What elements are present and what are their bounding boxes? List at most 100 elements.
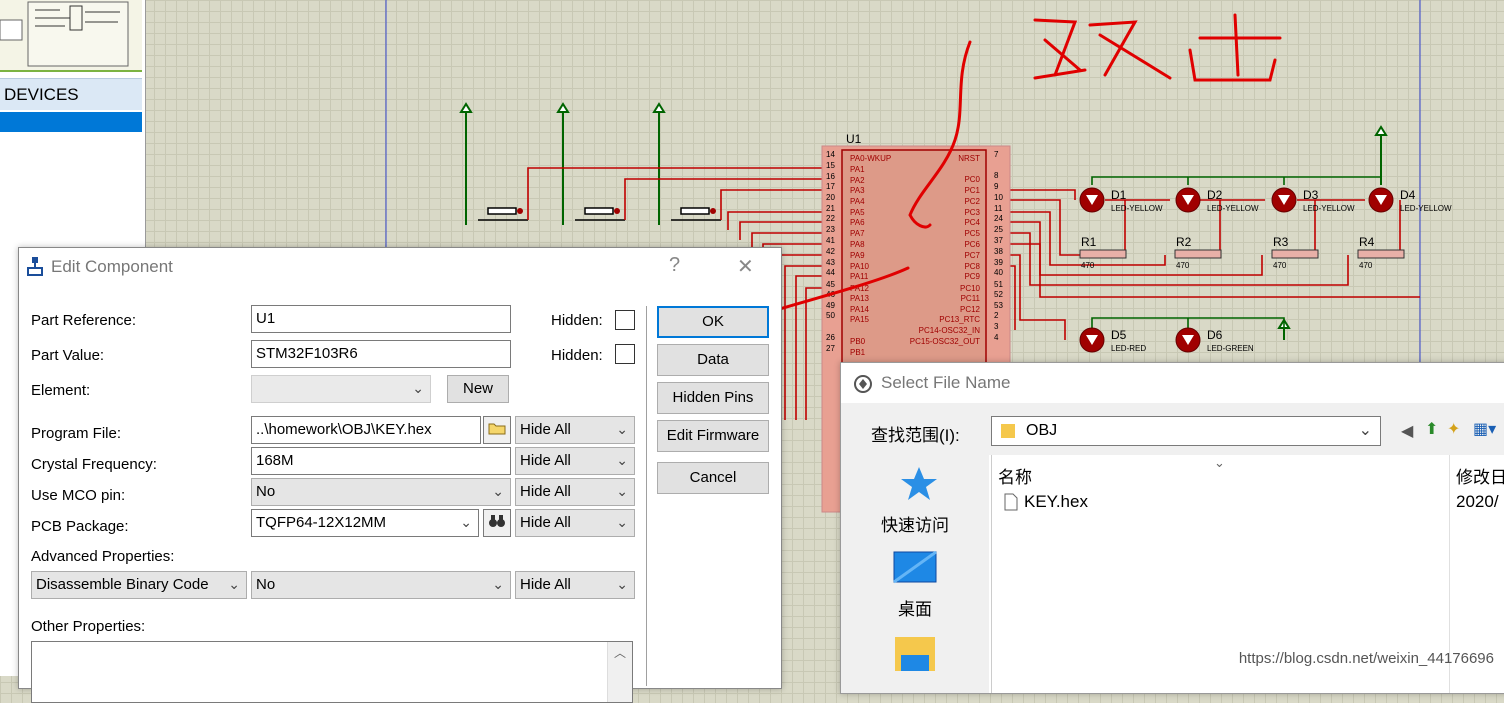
element-label: Element:	[31, 382, 91, 399]
component-icon	[27, 257, 43, 276]
modified-column-header[interactable]: 修改日	[1456, 463, 1504, 488]
chip-pin-label: PA5	[850, 208, 865, 217]
part-value-input[interactable]: STM32F103R6	[251, 340, 511, 368]
dialog-titlebar[interactable]: Select File Name	[841, 363, 1504, 403]
chip-pin-label: PB0	[850, 337, 866, 346]
part-reference-hidden-checkbox[interactable]	[615, 310, 635, 330]
chip-pin-number: 9	[994, 182, 999, 191]
chevron-down-icon: ⌄	[492, 483, 504, 499]
led-ref: D5	[1111, 328, 1127, 342]
dialog-title: Select File Name	[881, 373, 1011, 392]
led-ref: D3	[1303, 188, 1319, 202]
back-icon[interactable]: ◀	[1401, 421, 1413, 441]
crystal-frequency-label: Crystal Frequency:	[31, 456, 157, 473]
advanced-visibility-select[interactable]: Hide All ⌄	[515, 571, 635, 599]
resistor-ref: R1	[1081, 235, 1097, 249]
edit-firmware-button[interactable]: Edit Firmware	[657, 420, 769, 452]
new-button[interactable]: New	[447, 375, 509, 403]
chip-pin-number: 3	[994, 322, 999, 331]
close-icon[interactable]: ✕	[737, 254, 754, 279]
resistor-ref: R2	[1176, 235, 1192, 249]
help-button[interactable]: ?	[669, 254, 680, 277]
overview-preview[interactable]	[0, 0, 142, 72]
resistor-symbol[interactable]	[1357, 249, 1405, 259]
chip-pin-label: PC0	[964, 175, 980, 184]
other-properties-label: Other Properties:	[31, 618, 146, 635]
chip-pin-number: 11	[994, 204, 1003, 213]
part-reference-input[interactable]: U1	[251, 305, 511, 333]
chip-pin-label: PC14-OSC32_IN	[919, 326, 981, 335]
other-properties-textarea[interactable]: ︿	[31, 641, 633, 703]
folder-open-icon[interactable]	[483, 416, 511, 444]
resistor-symbol[interactable]	[1079, 249, 1127, 259]
chip-pin-number: 38	[994, 247, 1003, 256]
resistor-value: 470	[1359, 261, 1373, 270]
mco-pin-select[interactable]: No ⌄	[251, 478, 511, 506]
chip-pin-label: PA13	[850, 294, 870, 303]
folder-icon[interactable]	[893, 635, 937, 675]
chip-pin-number: 53	[994, 301, 1003, 310]
crystal-frequency-input[interactable]: 168M	[251, 447, 511, 475]
chip-pin-number: 22	[826, 214, 835, 223]
chip-pin-label: PA4	[850, 197, 865, 206]
resistor-ref: R3	[1273, 235, 1289, 249]
resistor-ref: R4	[1359, 235, 1375, 249]
chip-pin-label: PC9	[964, 272, 980, 281]
chip-pin-number: 4	[994, 333, 999, 342]
dialog-titlebar[interactable]: Edit Component ? ✕	[19, 248, 781, 284]
chip-pin-number: 8	[994, 171, 999, 180]
hidden-pins-button[interactable]: Hidden Pins	[657, 382, 769, 414]
chip-pin-label: PA0-WKUP	[850, 154, 891, 163]
chip-pin-label: NRST	[958, 154, 980, 163]
device-list-selected-row[interactable]	[0, 112, 142, 132]
chip-pin-number: 21	[826, 204, 835, 213]
chip-pin-label: PC3	[964, 208, 980, 217]
chip-pin-label: PA9	[850, 251, 865, 260]
chip-pin-number: 16	[826, 172, 835, 181]
places-bar: 快速访问 桌面	[841, 455, 989, 693]
part-value-hidden-checkbox[interactable]	[615, 344, 635, 364]
advanced-property-select[interactable]: Disassemble Binary Code ⌄	[31, 571, 247, 599]
chip-pin-number: 10	[994, 193, 1003, 202]
data-button[interactable]: Data	[657, 344, 769, 376]
chip-pin-number: 7	[994, 150, 999, 159]
chip-pin-number: 44	[826, 268, 835, 277]
name-column-header[interactable]: 名称	[998, 463, 1032, 488]
ok-button[interactable]: OK	[657, 306, 769, 338]
part-reference-label: Part Reference:	[31, 312, 137, 329]
chip-pin-label: PA2	[850, 176, 865, 185]
crystal-visibility-select[interactable]: Hide All ⌄	[515, 447, 635, 475]
chip-pin-label: PC6	[964, 240, 980, 249]
resistor-symbol[interactable]	[1174, 249, 1222, 259]
scrollbar[interactable]: ︿	[607, 642, 632, 702]
program-file-input[interactable]: ..\homework\OBJ\KEY.hex	[251, 416, 481, 444]
chip-pin-number: 51	[994, 280, 1003, 289]
folder-icon	[1001, 424, 1015, 438]
pcb-package-select[interactable]: TQFP64-12X12MM ⌄	[251, 509, 479, 537]
chip-pin-number: 50	[826, 311, 835, 320]
element-select[interactable]: ⌄	[251, 375, 431, 403]
devices-header: DEVICES	[0, 78, 142, 110]
chip-pin-label: PA6	[850, 218, 865, 227]
chip-pin-label: PB1	[850, 348, 866, 357]
chip-pin-label: PC15-OSC32_OUT	[910, 337, 980, 346]
view-menu-icon[interactable]: ▦▾	[1473, 419, 1496, 439]
resistor-symbol[interactable]	[1271, 249, 1319, 259]
cancel-button[interactable]: Cancel	[657, 462, 769, 494]
chip-pin-label: PC8	[964, 262, 980, 271]
binoculars-icon[interactable]	[483, 509, 511, 537]
led-value: LED-YELLOW	[1111, 204, 1163, 213]
chip-pin-number: 40	[994, 268, 1003, 277]
up-folder-icon[interactable]: ⬆	[1425, 419, 1438, 439]
program-file-visibility-select[interactable]: Hide All ⌄	[515, 416, 635, 444]
led-value: LED-RED	[1111, 344, 1146, 353]
mco-visibility-select[interactable]: Hide All ⌄	[515, 478, 635, 506]
chip-pin-number: 23	[826, 225, 835, 234]
advanced-value-select[interactable]: No ⌄	[251, 571, 511, 599]
pcb-visibility-select[interactable]: Hide All ⌄	[515, 509, 635, 537]
led-ref: D2	[1207, 188, 1223, 202]
new-folder-icon[interactable]: ✦	[1447, 419, 1460, 439]
look-in-select[interactable]: OBJ ⌄	[991, 416, 1381, 446]
chip-pin-label: PA11	[850, 272, 869, 281]
file-name: KEY.hex	[1024, 492, 1088, 511]
